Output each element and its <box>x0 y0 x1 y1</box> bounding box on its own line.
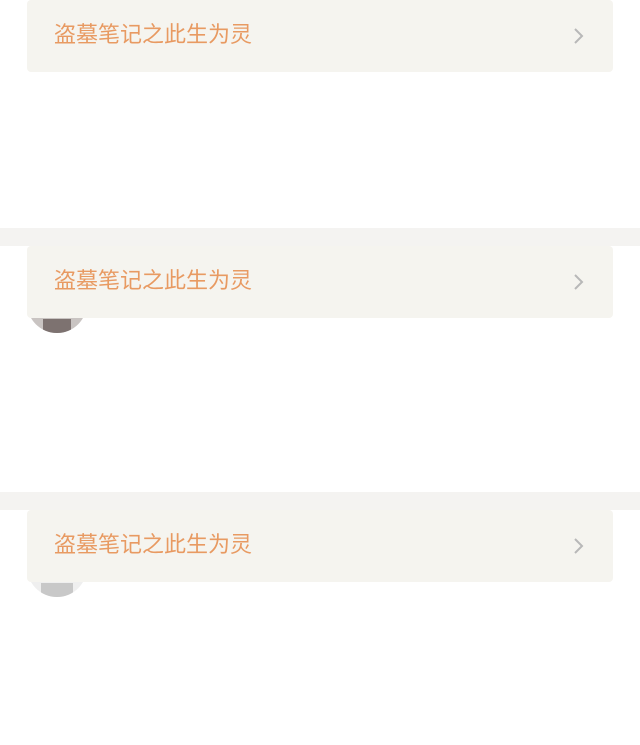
chevron-right-icon <box>569 27 587 45</box>
card-separator <box>0 228 640 246</box>
chevron-right-icon <box>569 537 587 555</box>
work-link[interactable]: 盗墓笔记之此生为灵 <box>27 510 613 582</box>
work-title: 盗墓笔记之此生为灵 <box>54 23 253 48</box>
work-title: 盗墓笔记之此生为灵 <box>54 269 253 294</box>
work-link[interactable]: 盗墓笔记之此生为灵 <box>27 0 613 72</box>
card-separator <box>0 492 640 510</box>
gift-notification-feed: 游客1566997019608 今天 18:53 给您的作品赠送了1朵鲜花 盗墓… <box>0 0 640 745</box>
work-link[interactable]: 盗墓笔记之此生为灵 <box>27 246 613 318</box>
chevron-right-icon <box>569 273 587 291</box>
work-title: 盗墓笔记之此生为灵 <box>54 533 253 558</box>
